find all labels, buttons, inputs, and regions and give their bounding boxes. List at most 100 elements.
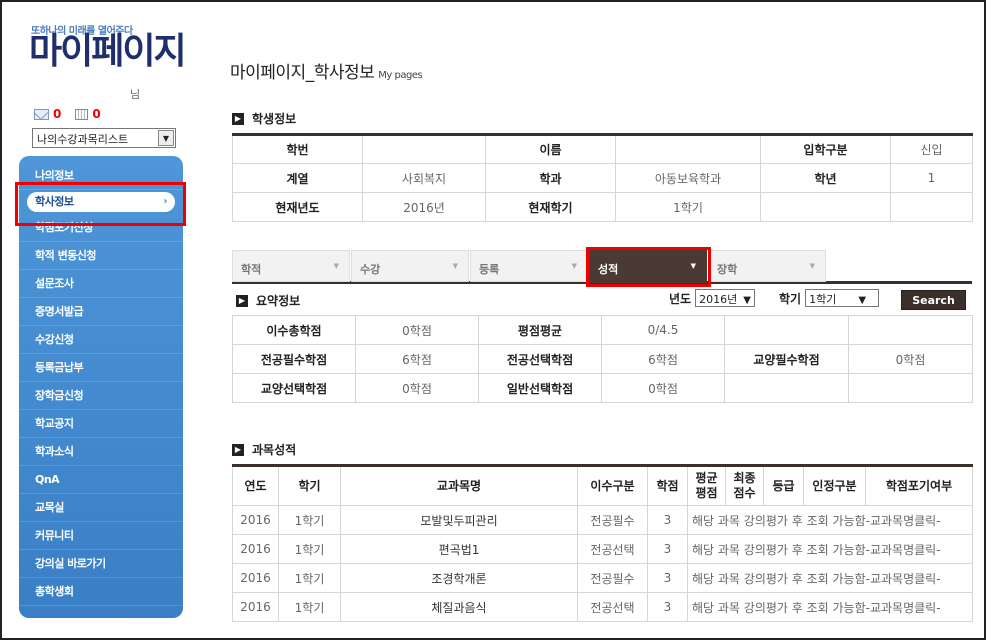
cell-type: 전공선택	[577, 592, 648, 622]
field-value: 아동보육학과	[615, 163, 761, 193]
tab-item[interactable]: 학적 ▼	[232, 250, 350, 282]
column-header: 학기	[278, 465, 341, 506]
sidebar-item[interactable]: 장학금신청	[19, 382, 183, 410]
sidebar-item-label: 교목실	[35, 501, 64, 514]
term-filter: 학기 1학기 ▼	[779, 289, 880, 307]
cell-year: 2016	[232, 505, 279, 535]
user-suffix: 님	[130, 88, 141, 101]
sidebar-item[interactable]: 수강신청	[19, 326, 183, 354]
student-section-title: ▶ 학생정보	[232, 110, 296, 127]
summary-table: 이수총학점 0학점 평점평균 0/4.5 전공필수학점 6학점 전공선택학점 6학점 교양필수학…	[232, 315, 973, 403]
course-name-link[interactable]: 체질과음식	[340, 592, 578, 622]
field-value: 6학점	[355, 344, 479, 374]
tab-item[interactable]: 장학 ▼	[708, 250, 826, 282]
field-label: 이수총학점	[232, 315, 356, 345]
cell-credit: 3	[647, 505, 688, 535]
field-label: 전공필수학점	[232, 344, 356, 374]
cell-year: 2016	[232, 534, 279, 564]
sidebar-item-label: 수강신청	[35, 333, 74, 346]
field-value: 0학점	[601, 373, 725, 403]
chevron-down-icon: ▼	[333, 262, 339, 270]
field-value	[615, 134, 761, 164]
cell-type: 전공선택	[577, 534, 648, 564]
sidebar-item[interactable]: 총학생회	[19, 578, 183, 606]
year-label: 년도	[669, 291, 692, 306]
sidebar-item-label: 학과소식	[35, 445, 74, 458]
course-name-link[interactable]: 모발및두피관리	[340, 505, 578, 535]
calendar-icon[interactable]	[75, 108, 89, 120]
field-value	[724, 315, 849, 345]
term-label: 학기	[779, 291, 802, 306]
sidebar-item[interactable]: 등록금납부	[19, 354, 183, 382]
mail-count[interactable]: 0	[53, 107, 61, 121]
field-value	[760, 192, 891, 222]
chevron-down-icon: ▼	[858, 295, 867, 306]
course-name-link[interactable]: 조경학개론	[340, 563, 578, 593]
field-label: 계열	[232, 163, 363, 193]
grade-note: 해당 과목 강의평가 후 조회 가능함-교과목명클릭-	[687, 563, 973, 593]
table-row: 전공필수학점 6학점 전공선택학점 6학점 교양필수학점 0학점	[232, 344, 973, 374]
tab-label: 학적	[241, 263, 262, 276]
field-label: 이름	[485, 134, 616, 164]
cell-credit: 3	[647, 592, 688, 622]
sidebar-item[interactable]: 강의실 바로가기	[19, 550, 183, 578]
field-label: 현재년도	[232, 192, 363, 222]
sidebar-item-label: 학교공지	[35, 417, 74, 430]
sidebar-item[interactable]: 교목실	[19, 494, 183, 522]
tab-item[interactable]: 수강 ▼	[351, 250, 469, 282]
page-title-text: 마이페이지_학사정보	[230, 63, 375, 83]
sidebar-item-label: 등록금납부	[35, 361, 84, 374]
grade-note: 해당 과목 강의평가 후 조회 가능함-교과목명클릭-	[687, 505, 973, 535]
table-row: 계열 사회복지 학과 아동보육학과 학년 1	[232, 163, 973, 193]
year-select-value: 2016년	[699, 293, 738, 306]
field-label: 학번	[232, 134, 363, 164]
sidebar-item-label: 커뮤니티	[35, 529, 74, 542]
table-row: 교양선택학점 0학점 일반선택학점 0학점	[232, 373, 973, 403]
field-value	[362, 134, 486, 164]
sidebar-item[interactable]: QnA	[19, 466, 183, 494]
sidebar-item[interactable]: 학과소식	[19, 438, 183, 466]
cell-term: 1학기	[278, 505, 341, 535]
field-value: 사회복지	[362, 163, 486, 193]
course-list-select-value: 나의수강과목리스트	[37, 133, 129, 146]
cell-type: 전공필수	[577, 505, 648, 535]
counters: 0 0	[34, 107, 101, 121]
sidebar-item[interactable]: 학교공지	[19, 410, 183, 438]
term-select[interactable]: 1학기 ▼	[805, 289, 880, 307]
sidebar-item-label: 설문조사	[35, 277, 74, 290]
field-value: 6학점	[601, 344, 725, 374]
search-button[interactable]: Search	[901, 290, 966, 310]
field-value: 1	[890, 163, 973, 193]
field-label: 교양선택학점	[232, 373, 356, 403]
sidebar-item-label: 총학생회	[35, 585, 74, 598]
table-row: 학번 이름 입학구분 신입	[232, 134, 973, 164]
tab-item[interactable]: 등록 ▼	[470, 250, 588, 282]
chevron-down-icon: ▼	[809, 262, 815, 270]
calendar-count[interactable]: 0	[92, 107, 100, 121]
sidebar-item[interactable]: 학적 변동신청	[19, 242, 183, 270]
table-row: 2016 1학기 조경학개론 전공필수 3 해당 과목 강의평가 후 조회 가능함-교과목…	[232, 563, 973, 593]
sidebar-item[interactable]: 설문조사	[19, 270, 183, 298]
mail-icon[interactable]	[34, 108, 49, 120]
student-info-table: 학번 이름 입학구분 신입 계열 사회복지 학과 아동보육학과 학년 1 현재년도 2016년 현재학기…	[232, 133, 973, 222]
cell-term: 1학기	[278, 534, 341, 564]
chevron-down-icon[interactable]: ▼	[158, 130, 174, 146]
section-title-text: 요약정보	[256, 294, 301, 308]
field-value: 0학점	[848, 344, 973, 374]
tab-label: 등록	[479, 263, 500, 276]
field-value: 신입	[890, 134, 973, 164]
cell-term: 1학기	[278, 563, 341, 593]
table-row: 2016 1학기 편곡법1 전공선택 3 해당 과목 강의평가 후 조회 가능함-교과목명…	[232, 534, 973, 564]
cell-year: 2016	[232, 592, 279, 622]
year-filter: 년도 2016년 ▼	[669, 289, 755, 307]
highlight-box	[586, 247, 711, 287]
course-name-link[interactable]: 편곡법1	[340, 534, 578, 564]
year-select[interactable]: 2016년 ▼	[695, 289, 755, 307]
sidebar-item-label: 장학금신청	[35, 389, 84, 402]
field-value	[848, 373, 973, 403]
course-list-select[interactable]: 나의수강과목리스트 ▼	[32, 128, 176, 148]
sidebar-item[interactable]: 증명서발급	[19, 298, 183, 326]
field-value: 0학점	[355, 315, 479, 345]
page-title: 마이페이지_학사정보 My pages	[230, 58, 423, 83]
sidebar-item[interactable]: 커뮤니티	[19, 522, 183, 550]
